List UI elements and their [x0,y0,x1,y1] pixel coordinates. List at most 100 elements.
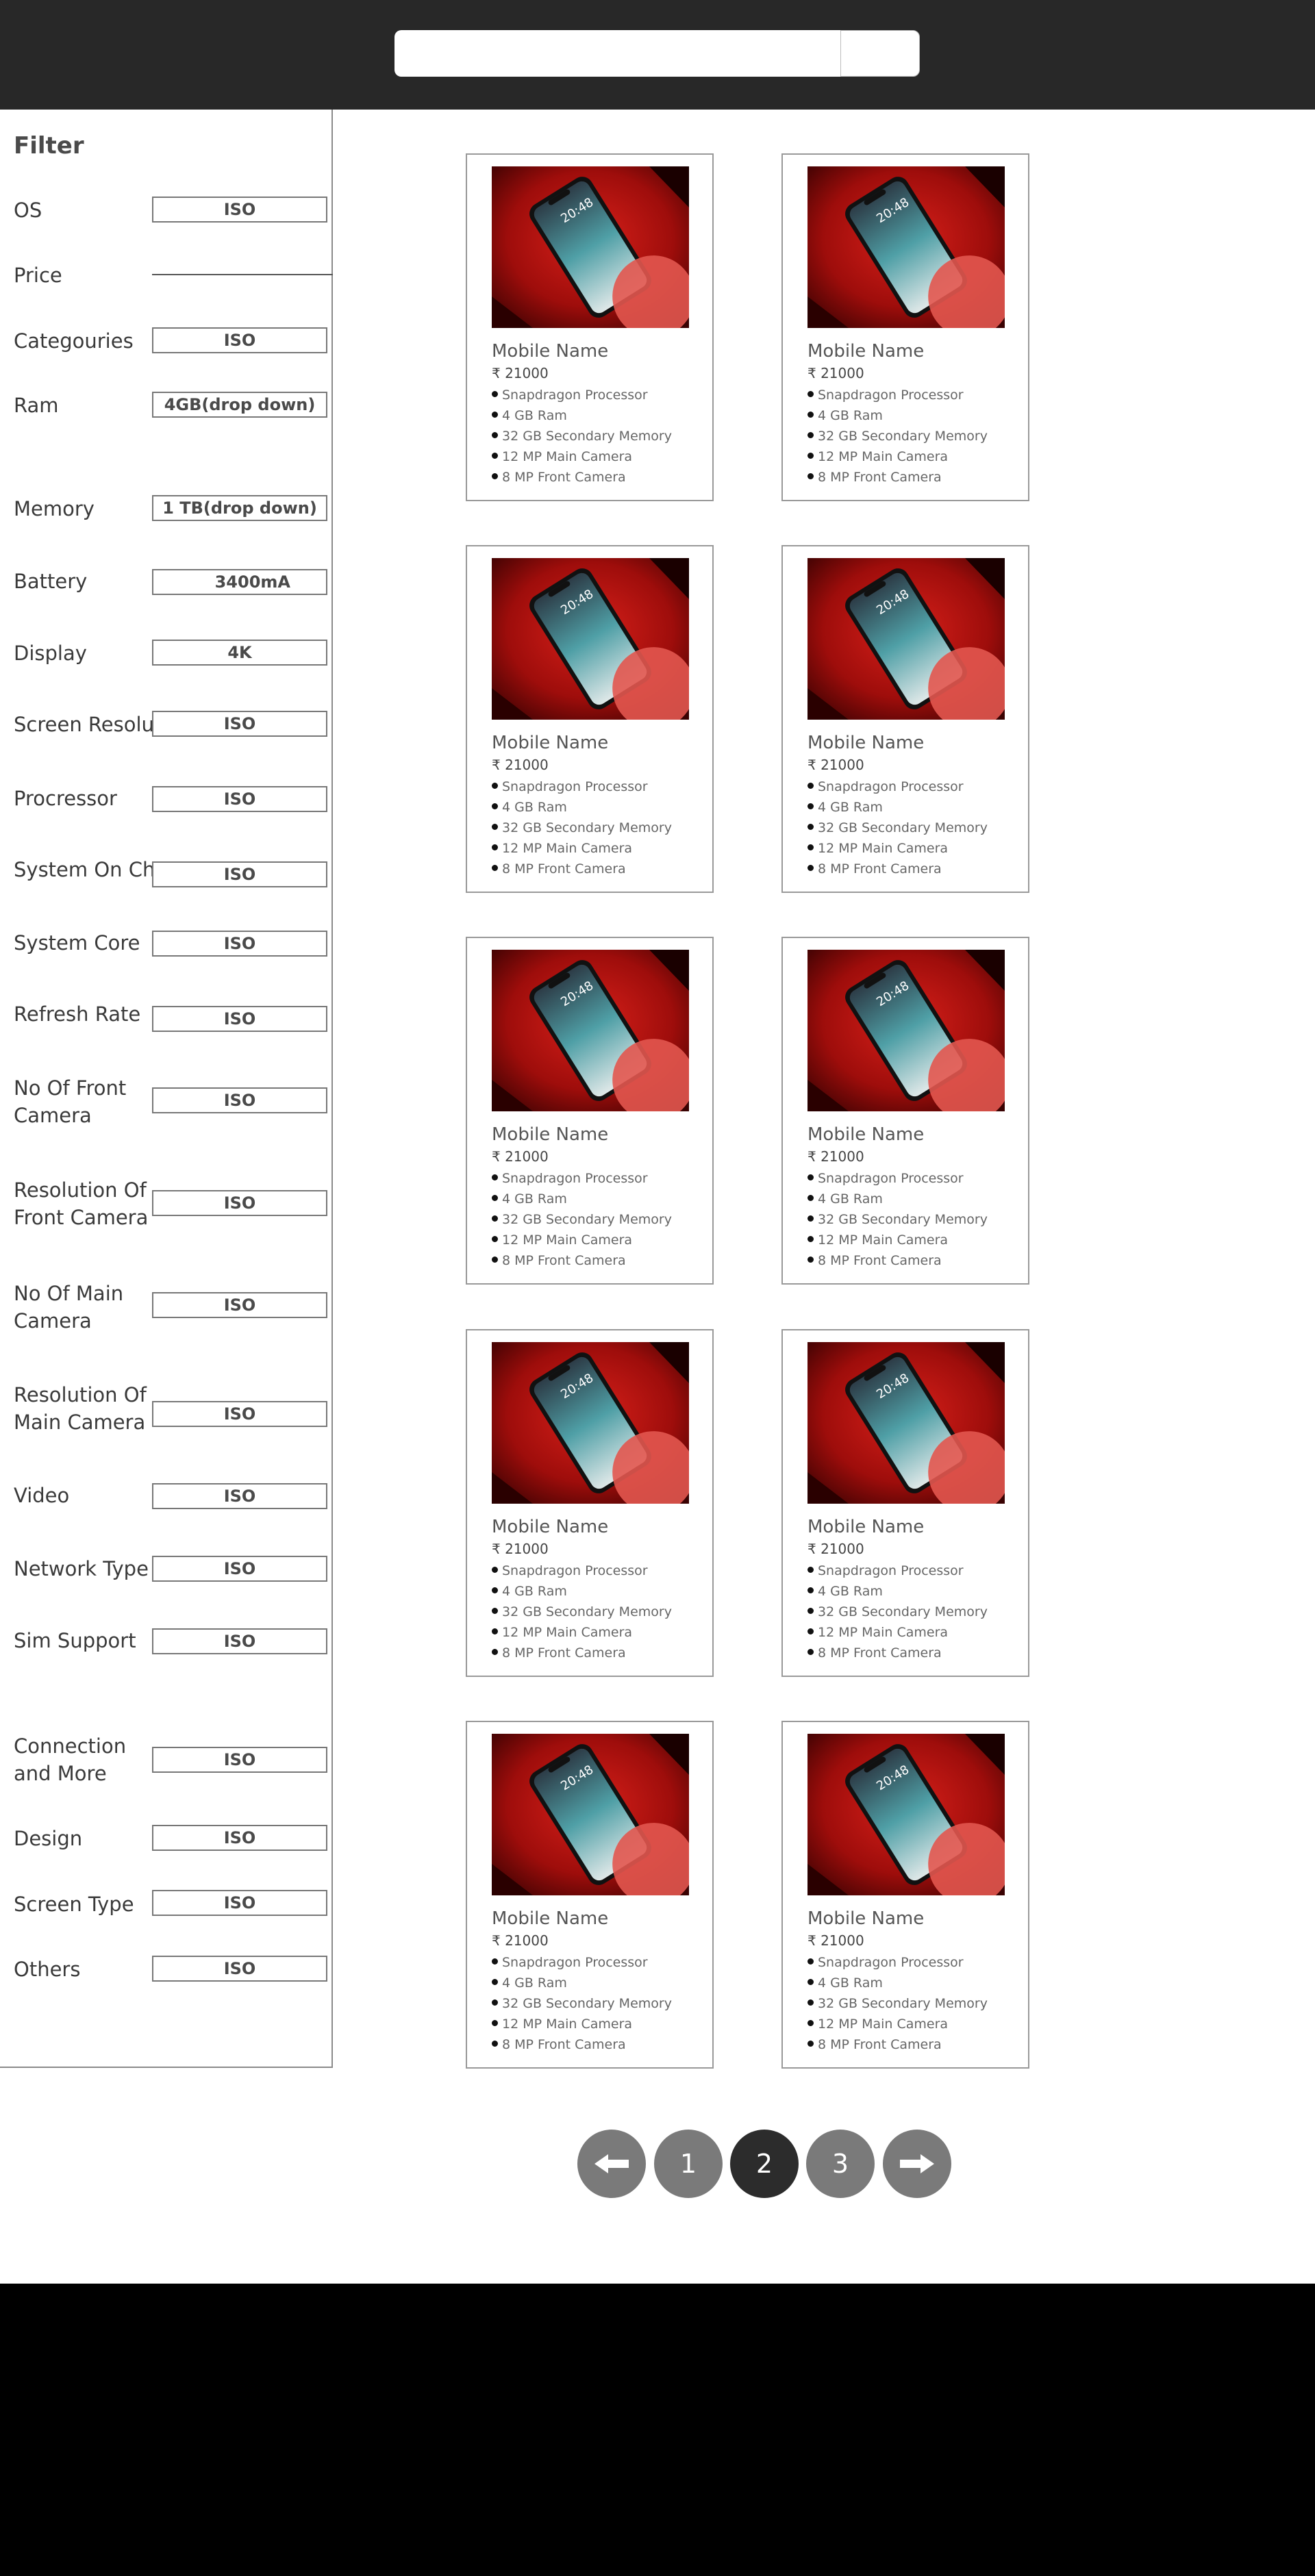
filter-system-core-select[interactable]: ISO [152,931,327,957]
filter-memory-dropdown[interactable]: 1 TB(drop down) [152,495,327,521]
product-price: ₹ 21000 [492,365,549,381]
filter-front-camera-resolution-select[interactable]: ISO [152,1190,327,1216]
search-button[interactable] [840,30,920,77]
spec-text: Snapdragon Processor [502,388,648,403]
filter-os-select[interactable]: ISO [152,197,327,223]
prev-page-button[interactable] [577,2130,646,2198]
page-button-3[interactable]: 3 [806,2130,875,2198]
filter-main-camera-resolution-select[interactable]: ISO [152,1401,327,1427]
filter-refresh-rate-select[interactable]: ISO [152,1006,327,1032]
product-card[interactable]: 20:48 Mobile Name ₹ 21000 Snapdragon Proces… [466,1329,714,1677]
product-name: Mobile Name [807,1517,925,1537]
filter-label-screen-resolution: Screen Resolution [14,713,154,736]
spec-item: 8 MP Front Camera [807,1250,988,1271]
spec-text: 8 MP Front Camera [818,2037,942,2052]
spec-item: 32 GB Secondary Memory [492,818,672,838]
product-card[interactable]: 20:48 Mobile Name ₹ 21000 Snapdragon Proces… [466,153,714,501]
filter-processor-select[interactable]: ISO [152,786,327,812]
filter-label-system-core: System Core [14,931,140,955]
bullet-icon [807,783,814,789]
bullet-icon [492,1979,498,1985]
spec-item: 32 GB Secondary Memory [807,426,988,446]
spec-text: 32 GB Secondary Memory [818,1604,988,1619]
next-page-button[interactable] [883,2130,951,2198]
product-card[interactable]: 20:48 Mobile Name ₹ 21000 Snapdragon Proces… [781,1329,1029,1677]
bullet-icon [492,1257,498,1263]
spec-item: 12 MP Main Camera [492,1230,672,1250]
filter-front-camera-count-select[interactable]: ISO [152,1087,327,1113]
spec-text: 8 MP Front Camera [818,1253,942,1268]
filter-screen-resolution-select[interactable]: ISO [152,711,327,737]
product-name: Mobile Name [492,733,609,753]
filter-main-camera-count-select[interactable]: ISO [152,1292,327,1318]
product-card[interactable]: 20:48 Mobile Name ₹ 21000 Snapdragon Proces… [781,1721,1029,2069]
filter-sim-support-select[interactable]: ISO [152,1628,327,1654]
bullet-icon [807,1215,814,1222]
product-price: ₹ 21000 [807,1541,864,1557]
product-name: Mobile Name [492,1908,609,1929]
filter-categories-select[interactable]: ISO [152,327,327,353]
product-price: ₹ 21000 [807,757,864,773]
product-price: ₹ 21000 [492,1148,549,1165]
bullet-icon [492,1195,498,1201]
spec-item: Snapdragon Processor [807,1561,988,1581]
bullet-icon [807,844,814,850]
filter-battery-input[interactable]: 3400mA [152,569,327,595]
product-card[interactable]: 20:48 Mobile Name ₹ 21000 Snapdragon Proces… [466,545,714,893]
spec-text: 32 GB Secondary Memory [502,1604,672,1619]
spec-item: Snapdragon Processor [492,1952,672,1973]
spec-item: 32 GB Secondary Memory [807,818,988,838]
spec-item: Snapdragon Processor [807,1168,988,1189]
page-button-2[interactable]: 2 [730,2130,799,2198]
spec-item: 4 GB Ram [492,405,672,426]
filter-title: Filter [14,132,84,160]
product-card[interactable]: 20:48 Mobile Name ₹ 21000 Snapdragon Proces… [781,545,1029,893]
filter-design-select[interactable]: ISO [152,1825,327,1851]
spec-text: 4 GB Ram [818,800,883,815]
filter-network-type-select[interactable]: ISO [152,1556,327,1582]
bullet-icon [492,824,498,830]
filter-connection-select[interactable]: ISO [152,1747,327,1773]
price-range-slider[interactable] [152,274,333,275]
spec-item: Snapdragon Processor [492,1168,672,1189]
spec-item: 32 GB Secondary Memory [807,1993,988,2014]
product-card[interactable]: 20:48 Mobile Name ₹ 21000 Snapdragon Proces… [466,937,714,1285]
spec-item: Snapdragon Processor [807,776,988,797]
smartphone-image-icon: 20:48 [492,1342,689,1504]
bullet-icon [807,412,814,418]
product-card[interactable]: 20:48 Mobile Name ₹ 21000 Snapdragon Proces… [781,153,1029,501]
product-card[interactable]: 20:48 Mobile Name ₹ 21000 Snapdragon Proces… [781,937,1029,1285]
bullet-icon [492,391,498,397]
search-input[interactable] [394,30,842,77]
bullet-icon [807,1608,814,1614]
spec-text: 32 GB Secondary Memory [502,1212,672,1227]
product-specs: Snapdragon Processor 4 GB Ram 32 GB Second… [492,1952,672,2055]
bullet-icon [492,1215,498,1222]
page-button-1[interactable]: 1 [654,2130,723,2198]
spec-item: 4 GB Ram [807,405,988,426]
filter-display-select[interactable]: 4K [152,640,327,666]
product-card[interactable]: 20:48 Mobile Name ₹ 21000 Snapdragon Proces… [466,1721,714,2069]
filter-video-select[interactable]: ISO [152,1483,327,1509]
filter-label-main-camera-count: No Of Main Camera [14,1282,124,1333]
spec-text: Snapdragon Processor [502,1171,648,1186]
spec-text: 32 GB Secondary Memory [818,1996,988,2011]
filter-ram-dropdown[interactable]: 4GB(drop down) [152,392,327,418]
product-image: 20:48 [492,166,689,328]
spec-text: 32 GB Secondary Memory [502,1996,672,2011]
bullet-icon [492,844,498,850]
spec-text: 12 MP Main Camera [502,1625,633,1640]
filter-screen-type-select[interactable]: ISO [152,1890,327,1916]
spec-item: 12 MP Main Camera [807,2014,988,2034]
spec-item: 32 GB Secondary Memory [492,1209,672,1230]
bullet-icon [807,1567,814,1573]
product-price: ₹ 21000 [807,1148,864,1165]
spec-text: 4 GB Ram [818,1191,883,1207]
filter-system-on-chip-select[interactable]: ISO [152,861,327,887]
filter-label-ram: Ram [14,394,59,417]
spec-text: 4 GB Ram [502,800,567,815]
filter-others-select[interactable]: ISO [152,1956,327,1982]
product-price: ₹ 21000 [492,1932,549,1949]
bullet-icon [807,824,814,830]
product-image: 20:48 [807,166,1005,328]
